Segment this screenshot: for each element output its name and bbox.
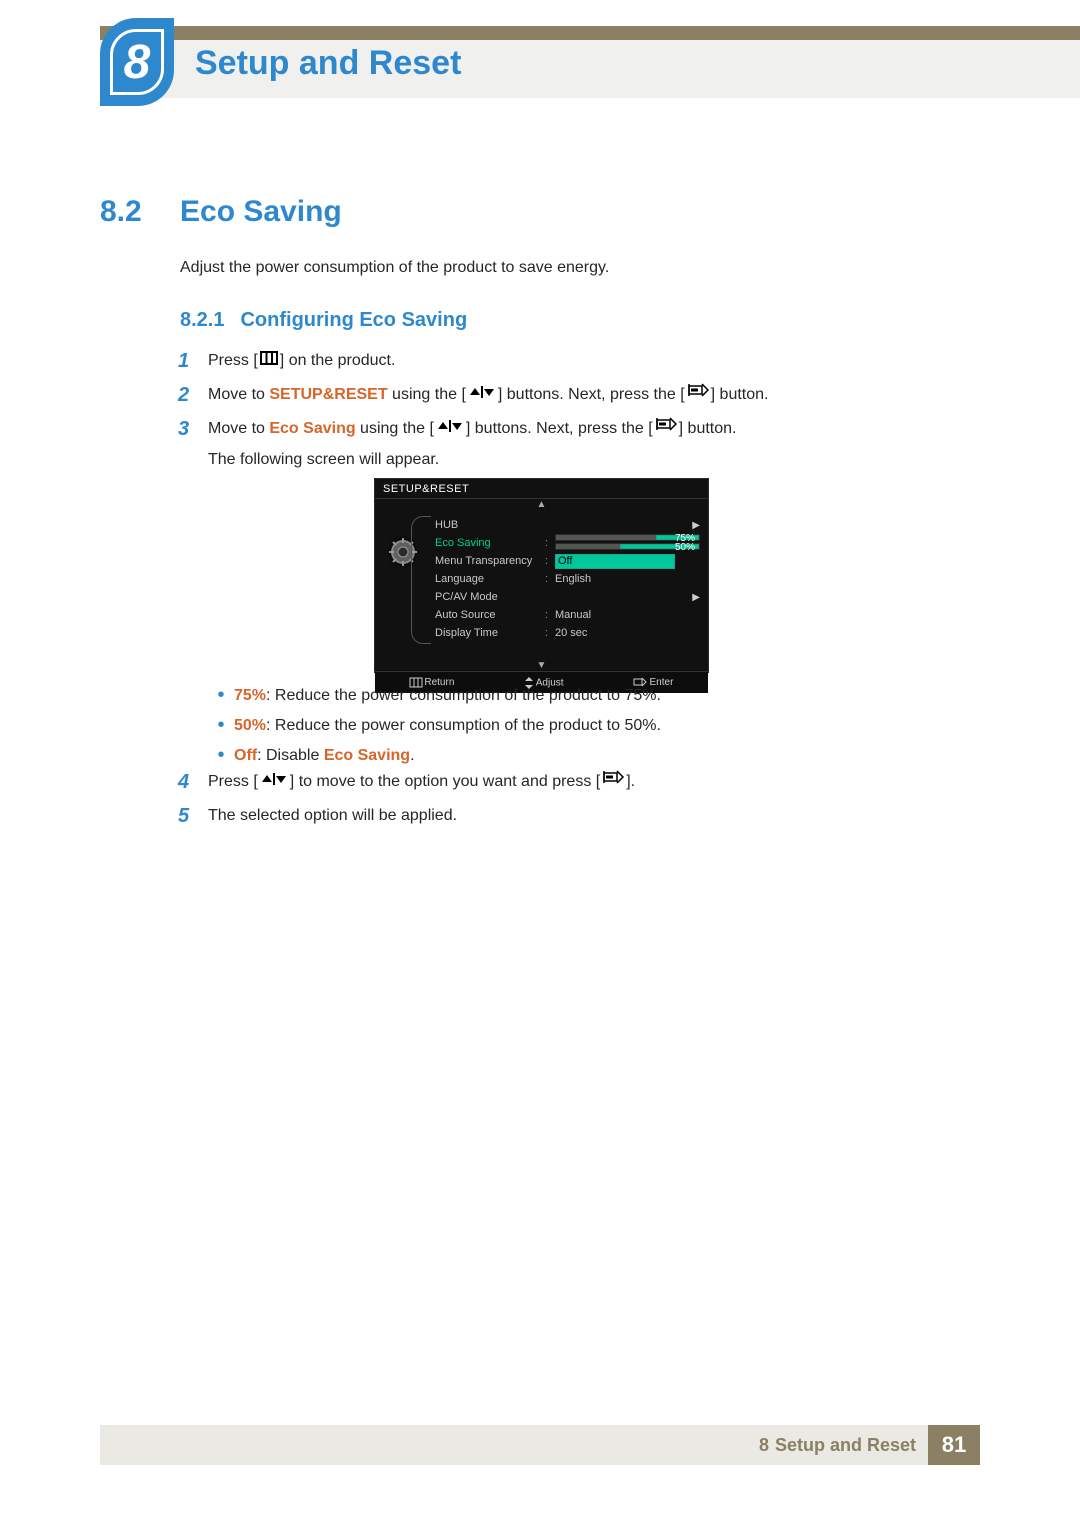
bullet-label: 75% [234,687,266,704]
footer-chapter: 8 Setup and Reset [759,1425,916,1465]
chapter-number-badge: 8 [100,18,174,106]
osd-row-eco-saving: Eco Saving: 75% 50% [435,534,700,552]
osd-bar-50-label: 50% [675,542,695,553]
step-1: 1 Press [ ] on the product. [178,349,978,373]
bullet-icon: • [208,742,234,768]
step-text: ] to move to the option you want and pre… [290,773,600,790]
step-text: Press [ [208,352,258,369]
footer-page-number: 81 [928,1425,980,1465]
osd-row-language: Language:English [435,570,700,588]
step-text: ] buttons. Next, press the [ [498,386,685,403]
step-text: Move to [208,386,269,403]
subsection-number: 8.2.1 [180,309,224,331]
osd-value-off: Off [555,554,675,569]
bullet-75: •75%: Reduce the power consumption of th… [208,682,948,710]
bullet-50: •50%: Reduce the power consumption of th… [208,712,948,740]
step-text: ] button. [679,421,737,438]
step-number: 4 [178,770,208,794]
osd-scroll-up-icon: ▲ [375,499,708,510]
step-4: 4 Press [ ] to move to the option you wan… [178,770,978,794]
step-2: 2 Move to SETUP&RESET using the [ ] butto… [178,383,978,407]
step-text: ] buttons. Next, press the [ [466,421,653,438]
chevron-right-icon: ▶ [692,520,700,531]
section-number: 8.2 [100,195,142,229]
step-text: Move to [208,421,269,438]
menu-icon [260,349,278,373]
footer-band: 8 Setup and Reset 81 [100,1425,980,1465]
bullet-off: •Off: Disable Eco Saving. [208,742,948,770]
bullet-text: . [410,747,414,764]
osd-scroll-down-icon: ▼ [375,660,708,671]
osd-row-display-time: Display Time:20 sec [435,624,700,642]
bullet-list: •75%: Reduce the power consumption of th… [208,682,948,772]
bullet-text: : Reduce the power consumption of the pr… [266,687,661,704]
bullet-eco: Eco Saving [324,747,410,764]
bullet-label: 50% [234,717,266,734]
step-number: 1 [178,349,208,373]
enter-icon [687,383,709,407]
step-number: 3 [178,417,208,441]
step-text: using the [ [388,386,466,403]
chevron-right-icon: ▶ [692,592,700,603]
step-text: ] button. [711,386,769,403]
up-down-icon [436,417,464,441]
section-intro: Adjust the power consumption of the prod… [180,259,609,277]
section-title: Eco Saving [180,195,342,229]
osd-row-menu-transparency: Menu Transparency:Off [435,552,700,570]
enter-icon [655,417,677,441]
footer-chapter-number: 8 [759,1435,769,1456]
step-number: 2 [178,383,208,407]
step-text: using the [ [356,421,434,438]
step-3: 3 Move to Eco Saving using the [ ] button… [178,417,978,471]
bullet-text: : Disable [257,747,324,764]
step-text: ] on the product. [280,352,396,369]
step-5: 5 The selected option will be applied. [178,804,978,828]
step-text: The selected option will be applied. [208,807,457,824]
subsection-heading: 8.2.1 Configuring Eco Saving [180,309,467,332]
osd-title: SETUP&RESET [375,479,708,499]
subsection-title: Configuring Eco Saving [240,309,467,331]
step-text: Press [ [208,773,258,790]
osd-row-auto-source: Auto Source:Manual [435,606,700,624]
osd-row-hub: HUB▶ [435,516,700,534]
menu-name: SETUP&RESET [269,386,387,403]
chapter-title: Setup and Reset [195,44,461,83]
header-accent-bar [100,26,1080,40]
bullet-label: Off [234,747,257,764]
footer-chapter-title: Setup and Reset [775,1435,916,1456]
step-tail: The following screen will appear. [208,448,978,472]
bullet-icon: • [208,712,234,738]
bullet-text: : Reduce the power consumption of the pr… [266,717,661,734]
osd-row-pcav: PC/AV Mode▶ [435,588,700,606]
step-number: 5 [178,804,208,828]
step-list-continued: 4 Press [ ] to move to the option you wan… [178,770,978,838]
step-list: 1 Press [ ] on the product. 2 Move to SET… [178,349,978,482]
step-text: ]. [626,773,635,790]
osd-screenshot: SETUP&RESET ▲ HUB▶ Eco Saving: 75% 50% M… [374,478,709,673]
up-down-icon [468,383,496,407]
chapter-number: 8 [124,35,151,90]
up-down-icon [260,770,288,794]
menu-name: Eco Saving [269,421,355,438]
bullet-icon: • [208,682,234,708]
enter-icon [602,770,624,794]
manual-page: 8 Setup and Reset 8.2 Eco Saving Adjust … [0,0,1080,1527]
